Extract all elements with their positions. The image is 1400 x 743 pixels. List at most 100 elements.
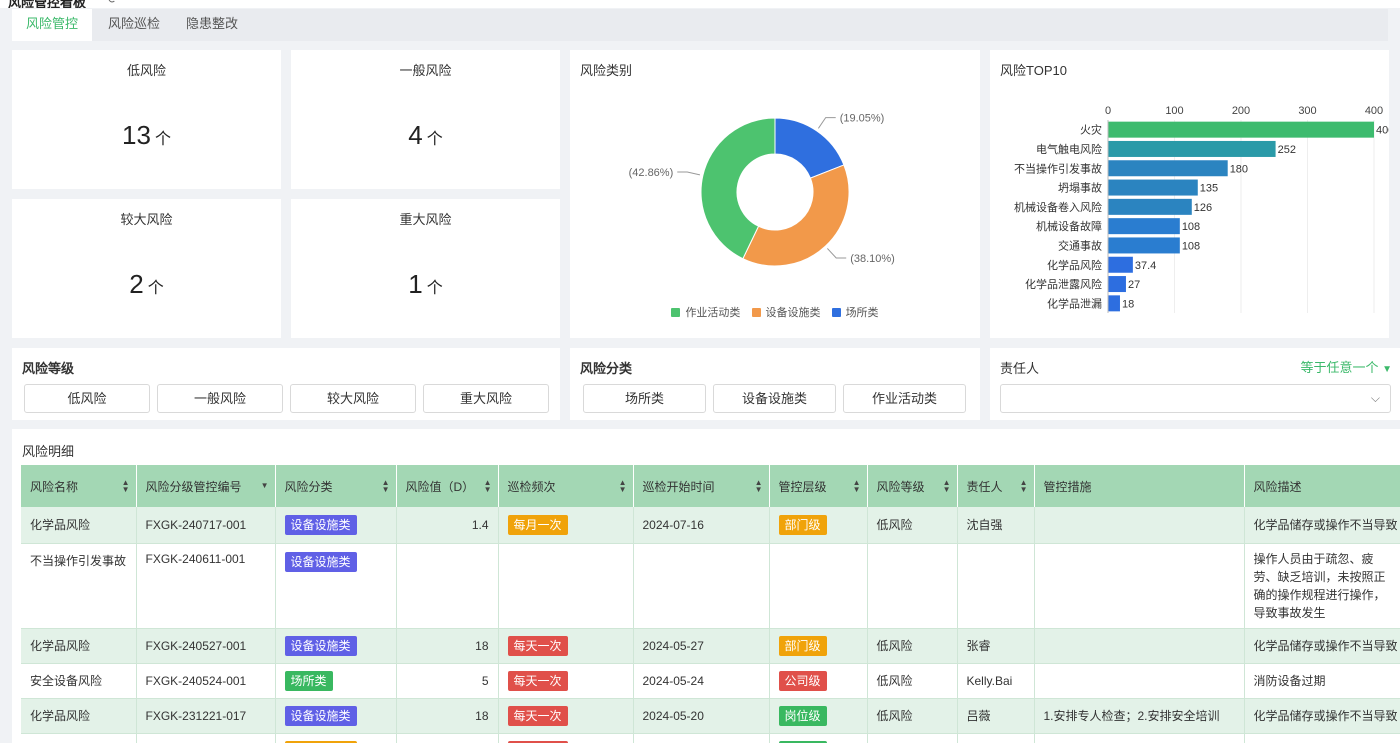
bar-value-label: 108 (1182, 221, 1200, 233)
chevron-down-icon: ⌵ (1370, 391, 1380, 405)
category-badge: 设备设施类 (284, 514, 357, 535)
cell-desc: 化学品储存或操作不当导致 (1244, 507, 1400, 544)
y-category-label: 机械设备故障 (1036, 219, 1102, 233)
table-row[interactable]: 化学品风险 FXGK-240717-001 设备设施类 1.4 每月一次 2024-07-… (21, 507, 1400, 544)
bar[interactable] (1108, 295, 1120, 312)
legend-swatch (671, 308, 681, 317)
cell-freq: 每天一次 (498, 733, 634, 743)
col-header[interactable]: 管控层级 ▲ ▼ (769, 465, 868, 507)
category-badge: 设备设施类 (284, 635, 357, 656)
bar[interactable] (1108, 121, 1374, 138)
x-tick-label: 0 (1105, 105, 1111, 117)
bar[interactable] (1108, 256, 1133, 273)
cell-value: 18 (396, 698, 499, 734)
risk-detail-panel: 风险明细 风险名称 ▲ ▼ 风险分级管控编号 ▼ 风险分类 ▲ ▼ 风险值（D） ▲ ▼ 巡检… (12, 429, 1400, 743)
cell-level: 低风险 (867, 628, 958, 664)
bar[interactable] (1108, 198, 1192, 215)
cell-code: FXGK-240524-001 (136, 663, 276, 699)
cell-measure: 1.安排专人检查；2.安排安全培训 (1034, 698, 1245, 734)
table-row[interactable]: 化学品风险 FXGK-231221-017 设备设施类 18 每天一次 2024-05-2… (21, 698, 1400, 734)
cell-value: 5 (396, 663, 499, 699)
cell-measure (1034, 543, 1245, 629)
sort-icon[interactable]: ▲ ▼ (382, 479, 390, 494)
filter-btn-major[interactable]: 较大风险 (290, 384, 416, 413)
filter-title: 责任人 (1000, 361, 1040, 376)
sort-icon[interactable]: ▲ ▼ (755, 479, 763, 494)
cell-start: 2024-07-16 (633, 507, 770, 544)
cell-ctrl (769, 543, 868, 629)
slice-label: (42.86%) (629, 167, 674, 179)
cell-desc: 机械设备操作不当或没有安全防护 (1244, 733, 1400, 743)
tab-risk-inspection[interactable]: 风险巡检 (94, 9, 174, 41)
table-row[interactable]: 不当操作引发事故 FXGK-240611-001 设备设施类 操作人员由于疏忽、疲劳、… (21, 543, 1400, 629)
col-header[interactable]: 风险描述 (1244, 465, 1400, 507)
stat-value: 13 个 (122, 120, 171, 150)
cell-category: 设备设施类 (275, 628, 397, 664)
filter-btn-equipment[interactable]: 设备设施类 (713, 384, 836, 413)
stat-label: 重大风险 (399, 212, 452, 227)
table-row[interactable]: 化学品风险 FXGK-240527-001 设备设施类 18 每天一次 2024-05-2… (21, 628, 1400, 664)
cell-name: 化学品风险 (21, 698, 137, 734)
owner-match-mode[interactable]: 等于任意一个 ▼ (1300, 357, 1392, 376)
filter-btn-place[interactable]: 场所类 (583, 384, 706, 413)
cell-level: 低风险 (867, 507, 958, 544)
cell-category: 设备设施类 (275, 698, 397, 734)
ctrl-badge: 岗位级 (778, 705, 827, 726)
col-header[interactable]: 巡检频次 ▲ ▼ (498, 465, 634, 507)
sort-icon[interactable]: ▲ ▼ (943, 479, 951, 494)
col-header[interactable]: 风险名称 ▲ ▼ (21, 465, 137, 507)
cell-owner: Kelly.Bai (957, 663, 1035, 699)
bar[interactable] (1108, 218, 1180, 235)
filter-title: 风险等级 (22, 361, 75, 376)
cell-level (867, 543, 958, 629)
sort-icon[interactable]: ▲ ▼ (1020, 479, 1028, 494)
filter-risk-category: 风险分类 场所类 设备设施类 作业活动类 (570, 348, 980, 420)
legend-item[interactable]: 设备设施类 (751, 304, 821, 320)
legend-item[interactable]: 场所类 (831, 304, 879, 320)
tab-risk-control[interactable]: 风险管控 (12, 9, 92, 41)
table-row[interactable]: 机械伤害FXGK-231221-016作业活动类9每天一次2024-05-20岗… (21, 733, 1400, 743)
sort-icon[interactable]: ▲ ▼ (853, 479, 861, 494)
legend-item[interactable]: 作业活动类 (671, 304, 740, 320)
bar[interactable] (1108, 237, 1180, 254)
col-header[interactable]: 风险等级 ▲ ▼ (867, 465, 958, 507)
dropdown-icon[interactable]: ▼ (261, 482, 269, 490)
chart-legend: 作业活动类 设备设施类 场所类 (570, 304, 980, 320)
cell-owner: 吕薇 (957, 698, 1035, 734)
donut-slice[interactable] (742, 164, 850, 267)
sort-icon[interactable]: ▲ ▼ (484, 479, 492, 494)
slice-label: (19.05%) (840, 113, 885, 125)
stat-value: 2个 (129, 269, 164, 299)
y-category-label: 不当操作引发事故 (1014, 161, 1102, 175)
cell-value (396, 543, 499, 629)
sort-icon[interactable]: ▲ ▼ (122, 479, 130, 494)
filter-owner: 责任人 等于任意一个 ▼ ⌵ (990, 348, 1400, 420)
sort-icon[interactable]: ▲ ▼ (619, 479, 627, 494)
filter-btn-activity[interactable]: 作业活动类 (843, 384, 966, 413)
tab-hazard-rectification[interactable]: 隐患整改 (172, 9, 252, 41)
filter-btn-low[interactable]: 低风险 (24, 384, 150, 413)
cell-name: 不当操作引发事故 (21, 543, 137, 629)
stat-card-major: 较大风险 2个 (12, 199, 281, 338)
cell-owner: 吕薇 (957, 733, 1035, 743)
col-header[interactable]: 风险值（D） ▲ ▼ (396, 465, 499, 507)
col-header[interactable]: 责任人 ▲ ▼ (957, 465, 1035, 507)
cell-measure (1034, 663, 1245, 699)
bar-value-label: 400 (1376, 125, 1389, 137)
col-header[interactable]: 管控措施 (1034, 465, 1245, 507)
bar[interactable] (1108, 179, 1198, 196)
col-header[interactable]: 风险分级管控编号 ▼ (136, 465, 276, 507)
bar[interactable] (1108, 160, 1228, 177)
owner-select[interactable]: ⌵ (1000, 384, 1391, 413)
table-row[interactable]: 安全设备风险 FXGK-240524-001 场所类 5 每天一次 2024-05-24 公… (21, 663, 1400, 699)
filter-btn-severe[interactable]: 重大风险 (423, 384, 549, 413)
bar[interactable] (1108, 140, 1276, 157)
filter-btn-general[interactable]: 一般风险 (157, 384, 283, 413)
col-header[interactable]: 风险分类 ▲ ▼ (275, 465, 397, 507)
bar[interactable] (1108, 276, 1126, 293)
cell-measure (1034, 507, 1245, 544)
cell-freq (498, 543, 634, 629)
col-header[interactable]: 巡检开始时间 ▲ ▼ (633, 465, 770, 507)
refresh-icon[interactable]: ⟳ (108, 0, 118, 6)
y-category-label: 机械设备卷入风险 (1014, 200, 1102, 214)
